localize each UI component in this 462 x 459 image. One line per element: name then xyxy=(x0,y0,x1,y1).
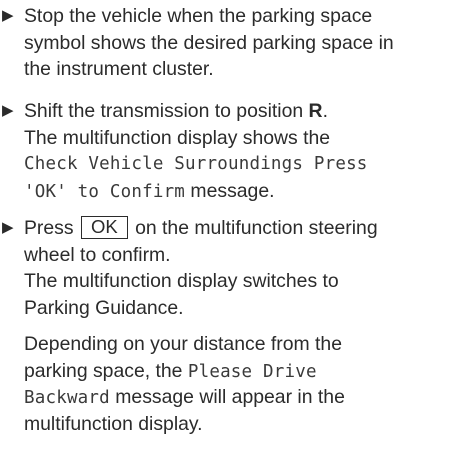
gear-position-r: R xyxy=(308,100,323,122)
step-2-result-line-1: The multifunction display shows the xyxy=(24,126,331,149)
step-3-line-2: wheel to confirm. xyxy=(24,243,171,266)
note-line-1: Depending on your distance from the xyxy=(24,333,342,355)
note-line-2: parking space, the Please Drive xyxy=(24,358,462,385)
step-3-result-line-1: The multifunction display switches to xyxy=(24,270,339,292)
note-line-3: Backward message will appear in the xyxy=(24,384,462,411)
display-message-drive-backward-b: Backward xyxy=(24,388,110,408)
step-3-instruction: Press OK on the multifunction steering xyxy=(24,215,462,242)
step-2-period: . xyxy=(322,100,328,122)
bullet-triangle-icon: ▶ xyxy=(2,102,14,119)
step-2-instruction: Shift the transmission to position R. xyxy=(24,98,462,125)
step-3-result-line-2: Parking Guidance. xyxy=(24,296,184,319)
bullet-triangle-icon: ▶ xyxy=(2,219,14,236)
step-2-message-word: message. xyxy=(185,179,275,202)
display-message-check-surroundings-b: 'OK' to Confirm xyxy=(24,181,186,202)
step-2-result-line-4: 'OK' to Confirm message. xyxy=(24,178,462,205)
note-line-3-text: message will appear in the xyxy=(109,386,345,408)
ok-key-symbol: OK xyxy=(80,216,128,239)
step-1-line-1: Stop the vehicle when the parking space xyxy=(24,5,373,27)
display-message-check-surroundings-a: Check Vehicle Surroundings Press xyxy=(24,154,368,174)
step-2: ▶ Shift the transmission to position R. … xyxy=(0,98,462,204)
step-3-post: on the multifunction steering xyxy=(129,217,378,239)
instruction-document: ▶ Stop the vehicle when the parking spac… xyxy=(0,0,462,459)
step-3: ▶ Press OK on the multifunction steering… xyxy=(0,215,462,321)
step-2-text: Shift the transmission to position xyxy=(24,100,309,122)
note-line-2-text: parking space, the xyxy=(24,359,188,382)
display-message-drive-backward-a: Please Drive xyxy=(187,361,317,382)
step-1-line-2: symbol shows the desired parking space i… xyxy=(24,31,394,54)
step-1: ▶ Stop the vehicle when the parking spac… xyxy=(0,3,462,83)
step-1-line-3: the instrument cluster. xyxy=(24,58,214,80)
bullet-triangle-icon: ▶ xyxy=(2,7,14,24)
note-line-4: multifunction display. xyxy=(24,412,203,435)
step-3-pre: Press xyxy=(24,217,79,239)
note-paragraph: Depending on your distance from the park… xyxy=(0,331,462,437)
